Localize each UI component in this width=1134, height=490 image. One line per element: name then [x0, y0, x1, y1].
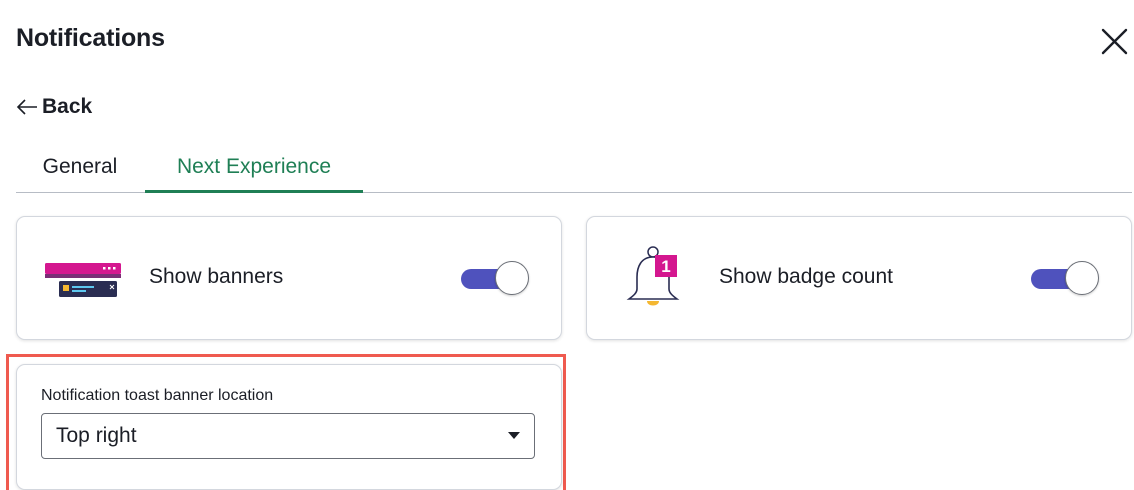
show-badge-count-card: 1 Show badge count	[586, 216, 1132, 340]
back-link[interactable]: Back	[16, 95, 92, 119]
arrow-left-icon	[16, 99, 37, 115]
tab-general[interactable]: General	[16, 148, 144, 192]
back-label: Back	[42, 95, 93, 118]
banner-location-value: Top right	[56, 424, 137, 447]
chevron-down-icon	[508, 432, 520, 439]
notifications-panel: Notifications Back General Next Experien…	[0, 0, 1134, 490]
page-title: Notifications	[16, 24, 165, 52]
tab-next-experience[interactable]: Next Experience	[145, 148, 363, 193]
show-badge-count-label: Show badge count	[719, 265, 893, 288]
tab-bar: General Next Experience	[16, 148, 1132, 193]
close-button[interactable]	[1096, 26, 1130, 56]
banner-location-card: Notification toast banner location Top r…	[16, 364, 562, 490]
show-banners-card: Show banners	[16, 216, 562, 340]
banner-location-select[interactable]: Top right	[41, 413, 535, 459]
toggle-knob	[495, 261, 529, 295]
show-banners-toggle[interactable]	[459, 261, 531, 297]
close-icon	[1101, 28, 1128, 55]
banner-illustration-icon	[45, 263, 121, 297]
banner-location-label: Notification toast banner location	[41, 387, 274, 404]
badge-count: 1	[661, 257, 670, 276]
bell-badge-icon: 1	[626, 246, 680, 306]
show-badge-count-toggle[interactable]	[1029, 261, 1101, 297]
toggle-knob	[1065, 261, 1099, 295]
show-banners-label: Show banners	[149, 265, 284, 288]
